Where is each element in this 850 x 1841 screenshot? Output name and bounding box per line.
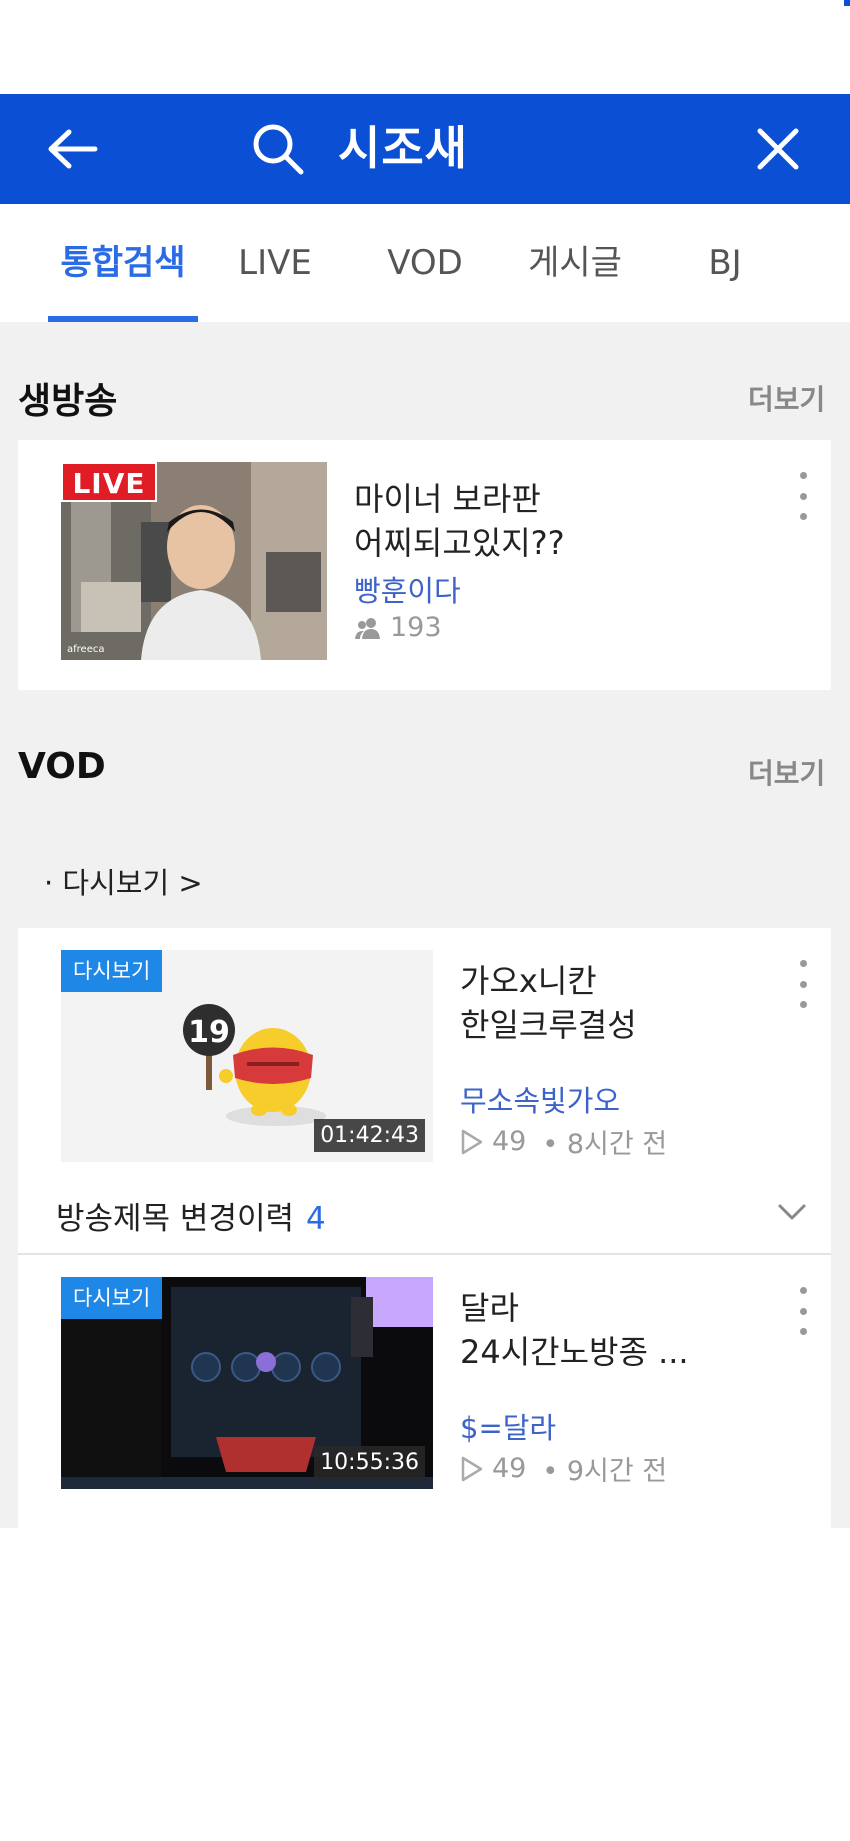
search-icon xyxy=(253,124,304,175)
age-rating-label: 19 xyxy=(188,1015,230,1050)
back-button[interactable] xyxy=(38,118,108,180)
tab-all[interactable]: 통합검색 xyxy=(48,204,198,322)
search-header: 시조새 xyxy=(0,94,850,204)
clear-search-button[interactable] xyxy=(745,116,811,182)
vod-author-1[interactable]: 무소속빛가오 xyxy=(460,1078,620,1120)
title-history-label: 방송제목 변경이력 4 xyxy=(56,1193,326,1238)
svg-text:afreeca: afreeca xyxy=(67,644,104,655)
vod-title-1-line1[interactable]: 가오x니칸 xyxy=(460,958,597,1004)
replay-badge-1: 다시보기 xyxy=(61,950,163,992)
close-icon xyxy=(757,128,799,170)
tab-live[interactable]: LIVE xyxy=(210,204,340,322)
corner-indicator xyxy=(844,0,850,6)
live-thumbnail[interactable]: afreeca LIVE xyxy=(61,462,327,660)
replay-link[interactable]: · 다시보기 > xyxy=(44,860,203,902)
live-badge: LIVE xyxy=(61,462,157,502)
history-label-text: 방송제목 변경이력 xyxy=(56,1201,295,1237)
play-icon xyxy=(461,1129,483,1154)
title-history-row[interactable]: 방송제목 변경이력 4 xyxy=(18,1173,831,1255)
live-title-line2[interactable]: 어찌되고있지?? xyxy=(354,520,565,566)
vod-1-more-options-icon[interactable] xyxy=(788,960,818,1008)
view-count-2: 49 xyxy=(492,1453,527,1484)
vod-title-2-line1[interactable]: 달라 xyxy=(460,1285,519,1331)
vod-meta-1: 49 • 8시간 전 xyxy=(460,1122,667,1161)
vod-more-link[interactable]: 더보기 xyxy=(748,752,825,792)
viewers-icon xyxy=(355,617,380,639)
vod-card-2[interactable]: 다시보기 10:55:36 달라 24시간노방종 ... $=달라 49 • 9… xyxy=(18,1255,831,1528)
live-card[interactable]: afreeca LIVE 마이너 보라판 어찌되고있지?? 빵훈이다 193 xyxy=(18,440,831,690)
live-viewers: 193 xyxy=(354,612,442,643)
live-section-title: 생방송 xyxy=(18,381,118,422)
vod-title-1-line2[interactable]: 한일크루결성 xyxy=(460,1002,637,1048)
live-more-link[interactable]: 더보기 xyxy=(748,378,825,418)
vod-card-1[interactable]: 19 다시보기 01:42:43 가오x니칸 한일크루결성 무소속빛가오 49 … xyxy=(18,928,831,1173)
vod-section-title: VOD xyxy=(18,746,106,787)
result-tabs: 통합검색 LIVE VOD 게시글 BJ xyxy=(0,204,850,322)
viewer-count: 193 xyxy=(390,612,442,643)
vod-title-2-line2[interactable]: 24시간노방종 ... xyxy=(460,1329,689,1375)
tab-posts[interactable]: 게시글 xyxy=(510,204,640,322)
vod-2-more-options-icon[interactable] xyxy=(788,1287,818,1335)
live-author[interactable]: 빵훈이다 xyxy=(354,568,461,610)
play-icon xyxy=(461,1456,483,1481)
duration-2: 10:55:36 xyxy=(314,1446,425,1479)
chevron-down-icon xyxy=(778,1204,806,1220)
status-area xyxy=(0,0,850,94)
vod-meta-2: 49 • 9시간 전 xyxy=(460,1449,667,1488)
live-more-options-icon[interactable] xyxy=(788,472,818,520)
vod-thumbnail-1[interactable]: 19 다시보기 01:42:43 xyxy=(61,950,433,1162)
vod-thumbnail-2[interactable]: 다시보기 10:55:36 xyxy=(61,1277,433,1489)
history-count: 4 xyxy=(306,1201,326,1237)
duration-1: 01:42:43 xyxy=(314,1119,425,1152)
time-ago-2: • 9시간 전 xyxy=(542,1456,668,1487)
replay-badge-2: 다시보기 xyxy=(61,1277,163,1319)
vod-author-2[interactable]: $=달라 xyxy=(460,1405,556,1447)
search-input[interactable]: 시조새 xyxy=(338,112,468,184)
view-count-1: 49 xyxy=(492,1126,527,1157)
arrow-left-icon xyxy=(48,129,98,169)
blank-overlay xyxy=(8,1528,850,1841)
tab-vod[interactable]: VOD xyxy=(360,204,490,322)
live-title-line1[interactable]: 마이너 보라판 xyxy=(354,476,541,522)
time-ago-1: • 8시간 전 xyxy=(542,1129,668,1160)
tab-bj[interactable]: BJ xyxy=(660,204,790,322)
